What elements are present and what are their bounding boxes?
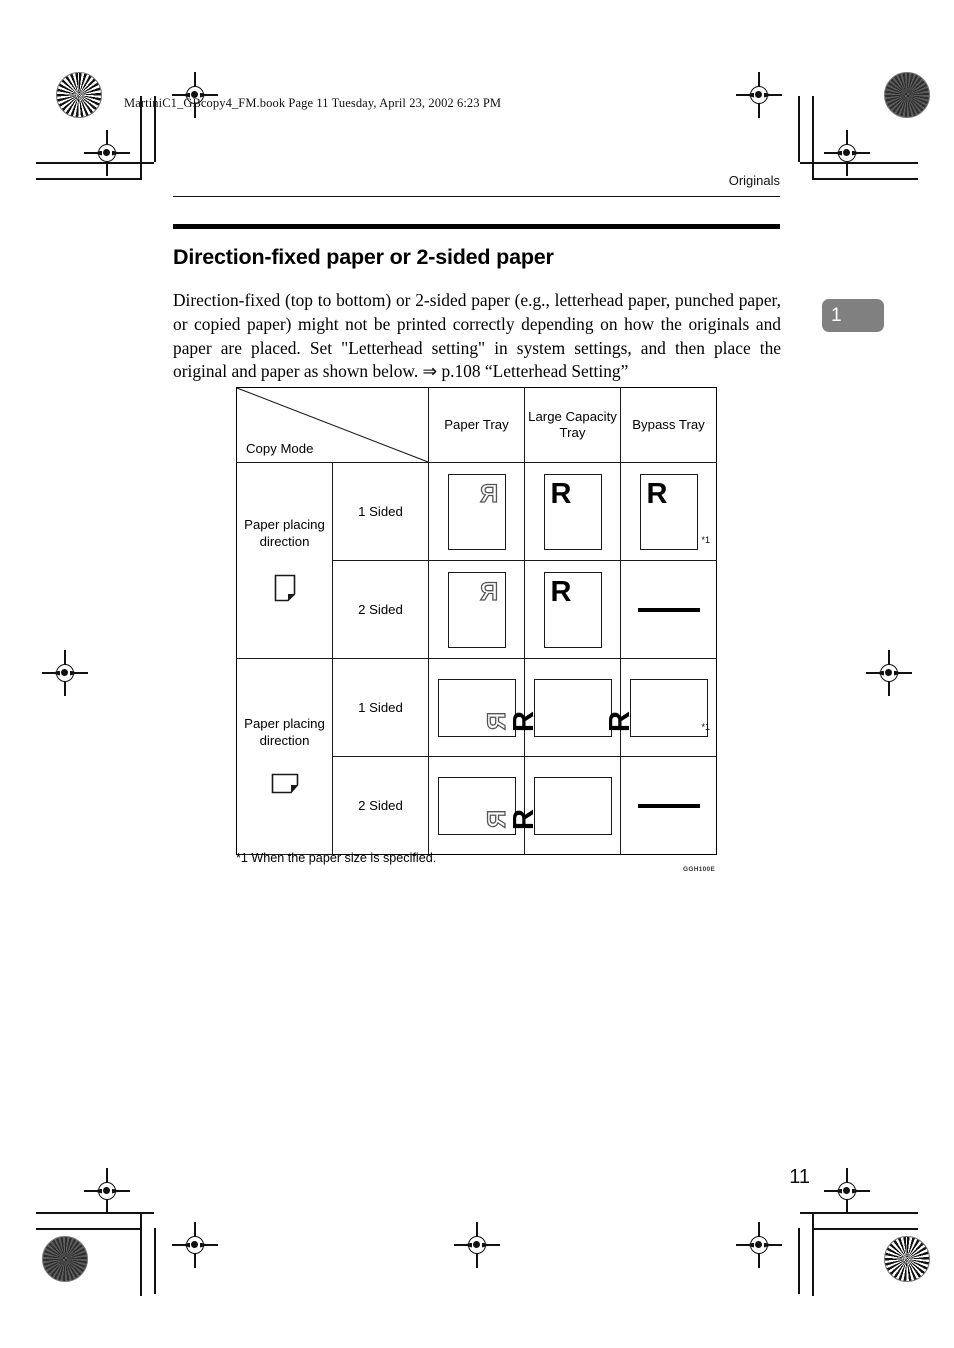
letter-glyph: R (507, 710, 540, 732)
figure-code: GGH100E (683, 866, 716, 873)
letter-glyph: R (646, 477, 668, 510)
column-header-large-capacity-tray: Large Capacity Tray (524, 387, 621, 463)
paper-sheet-landscape: R (604, 678, 708, 737)
paper-sheet-portrait: R (447, 473, 506, 550)
mode-cell-2-sided: 2 Sided (332, 756, 429, 855)
paper-sheet-portrait: R (543, 473, 602, 550)
header-rule (173, 196, 780, 198)
halftone-star-target-icon (56, 72, 102, 118)
registration-crosshair-icon (172, 72, 218, 118)
mode-cell-2-sided: 2 Sided (332, 560, 429, 659)
footnote-marker: *1 (701, 721, 710, 732)
registration-crosshair-icon (84, 1168, 130, 1214)
chapter-tab: 1 (822, 299, 884, 332)
paper-sheet-landscape: R (508, 678, 612, 737)
cell-bypass-tray: R *1 (604, 658, 717, 757)
title-rule (173, 224, 780, 229)
orientation-cell-portrait: Paper placing direction (236, 462, 333, 659)
page-landscape-folded-corner-icon (237, 773, 332, 798)
letter-glyph: R (603, 710, 636, 732)
table-header-row: Copy Mode Paper Tray Large Capacity Tray… (236, 387, 717, 463)
letter-glyph: R (507, 808, 540, 830)
registration-crosshair-icon (866, 650, 912, 696)
letter-glyph: R (483, 711, 512, 730)
cell-bypass-tray: R *1 (620, 462, 717, 561)
registration-crosshair-icon (824, 1168, 870, 1214)
letter-glyph: R (480, 479, 499, 508)
book-file-stamp: MartiniC1_GBcopy4_FM.book Page 11 Tuesda… (124, 96, 502, 110)
halftone-star-target-icon (42, 1236, 88, 1282)
orientation-label: Paper placing direction (244, 716, 325, 748)
paper-sheet-portrait: R (447, 571, 506, 648)
page-landscape-folded-corner-icon (271, 773, 298, 794)
table-row: Paper placing direction 1 Sided R R R *1 (236, 658, 717, 855)
table-row: Paper placing direction 1 Sided R R R *1 (236, 462, 717, 659)
mode-cell-1-sided: 1 Sided (332, 462, 429, 561)
page-portrait-folded-corner-icon (237, 574, 332, 606)
registration-crosshair-icon (736, 1222, 782, 1268)
cell-bypass-tray (620, 560, 717, 659)
running-head: Originals (728, 173, 780, 188)
cell-paper-tray: R (428, 462, 525, 561)
not-applicable-dash-icon (637, 803, 700, 808)
page-title: Direction-fixed paper or 2-sided paper (173, 245, 554, 270)
cell-large-capacity-tray: R (524, 560, 621, 659)
registration-crosshair-icon (42, 650, 88, 696)
footnote-marker: *1 (701, 534, 710, 545)
corner-label: Copy Mode (246, 441, 314, 456)
paper-sheet-portrait: R (543, 571, 602, 648)
registration-crosshair-icon (824, 130, 870, 176)
registration-crosshair-icon (736, 72, 782, 118)
letter-glyph: R (550, 477, 572, 510)
letter-glyph: R (480, 577, 499, 606)
cell-paper-tray: R (428, 756, 525, 855)
cell-paper-tray: R (428, 560, 525, 659)
cell-bypass-tray (620, 756, 717, 855)
paper-direction-table: Copy Mode Paper Tray Large Capacity Tray… (236, 387, 717, 855)
not-applicable-dash-icon (637, 607, 700, 612)
paper-sheet-portrait: R (639, 473, 698, 550)
cell-large-capacity-tray: R (508, 756, 621, 855)
cell-large-capacity-tray: R (524, 462, 621, 561)
mode-cell-1-sided: 1 Sided (332, 658, 429, 757)
chapter-tab-number: 1 (831, 304, 842, 326)
registration-crosshair-icon (84, 130, 130, 176)
paper-direction-figure: Copy Mode Paper Tray Large Capacity Tray… (236, 387, 717, 855)
paper-sheet-landscape: R (508, 776, 612, 835)
body-paragraph: Direction-fixed (top to bottom) or 2-sid… (173, 290, 781, 382)
paper-sheet-landscape: R (437, 776, 516, 835)
paper-sheet-landscape: R (437, 678, 516, 737)
orientation-cell-landscape: Paper placing direction (236, 658, 333, 855)
column-header-paper-tray: Paper Tray (428, 387, 525, 463)
halftone-star-target-icon (884, 72, 930, 118)
column-header-bypass-tray: Bypass Tray (620, 387, 717, 463)
registration-crosshair-icon (172, 1222, 218, 1268)
registration-crosshair-icon (454, 1222, 500, 1268)
orientation-label: Paper placing direction (244, 516, 325, 549)
page-number: 11 (789, 1166, 810, 1188)
cell-large-capacity-tray: R (508, 658, 621, 757)
halftone-star-target-icon (884, 1236, 930, 1282)
page-portrait-folded-corner-icon (274, 574, 295, 601)
cell-paper-tray: R (428, 658, 525, 757)
figure-footnote: *1 When the paper size is specified. (236, 851, 437, 865)
corner-cell: Copy Mode (236, 387, 429, 463)
letter-glyph: R (483, 809, 512, 828)
letter-glyph: R (550, 575, 572, 608)
